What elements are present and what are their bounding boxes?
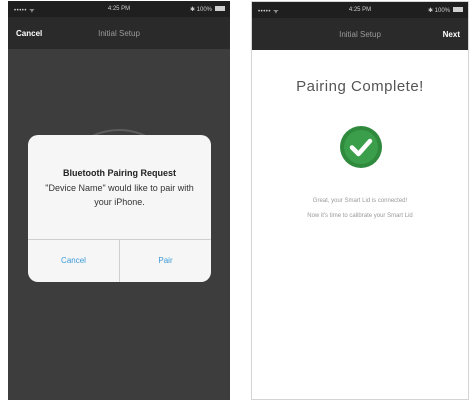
- navigation-bar: Cancel Initial Setup: [8, 17, 230, 49]
- battery-icon: [215, 6, 225, 11]
- next-nav-button[interactable]: Next: [443, 30, 460, 39]
- navigation-bar: Initial Setup Next: [252, 18, 468, 50]
- nav-title: Initial Setup: [98, 29, 140, 38]
- alert-pair-button[interactable]: Pair: [120, 240, 211, 282]
- battery-percent: ✱ 100%: [189, 7, 212, 13]
- battery-percent: ✱ 100%: [427, 8, 450, 14]
- check-circle-icon: [339, 125, 383, 169]
- message-line-connected: Great, your Smart Lid is connected!: [312, 198, 408, 204]
- alert-title: Bluetooth Pairing Request: [62, 168, 176, 178]
- nav-title: Initial Setup: [339, 30, 381, 39]
- pairing-alert-dialog: Bluetooth Pairing Request "Device Name" …: [28, 135, 211, 282]
- pairing-complete-heading: Pairing Complete!: [296, 78, 424, 95]
- phone-screen-pairing-complete: ••••• ᯤ 4:25 PM ✱ 100% Initial Setup Nex…: [251, 1, 469, 400]
- status-bar: ••••• ᯤ 4:25 PM ✱ 100%: [252, 2, 468, 18]
- message-line-calibrate: Now it's time to calibrate your Smart Li…: [307, 213, 413, 219]
- alert-message: "Device Name" would like to pair with yo…: [45, 183, 194, 207]
- battery-icon: [453, 7, 463, 12]
- status-bar: ••••• ᯤ 4:25 PM ✱ 100%: [8, 1, 230, 17]
- pairing-complete-message: Great, your Smart Lid is connected! Now …: [262, 194, 458, 224]
- phone-screen-pairing-request: ••••• ᯤ 4:25 PM ✱ 100% Cancel Initial Se…: [8, 1, 230, 400]
- alert-cancel-button[interactable]: Cancel: [28, 240, 119, 282]
